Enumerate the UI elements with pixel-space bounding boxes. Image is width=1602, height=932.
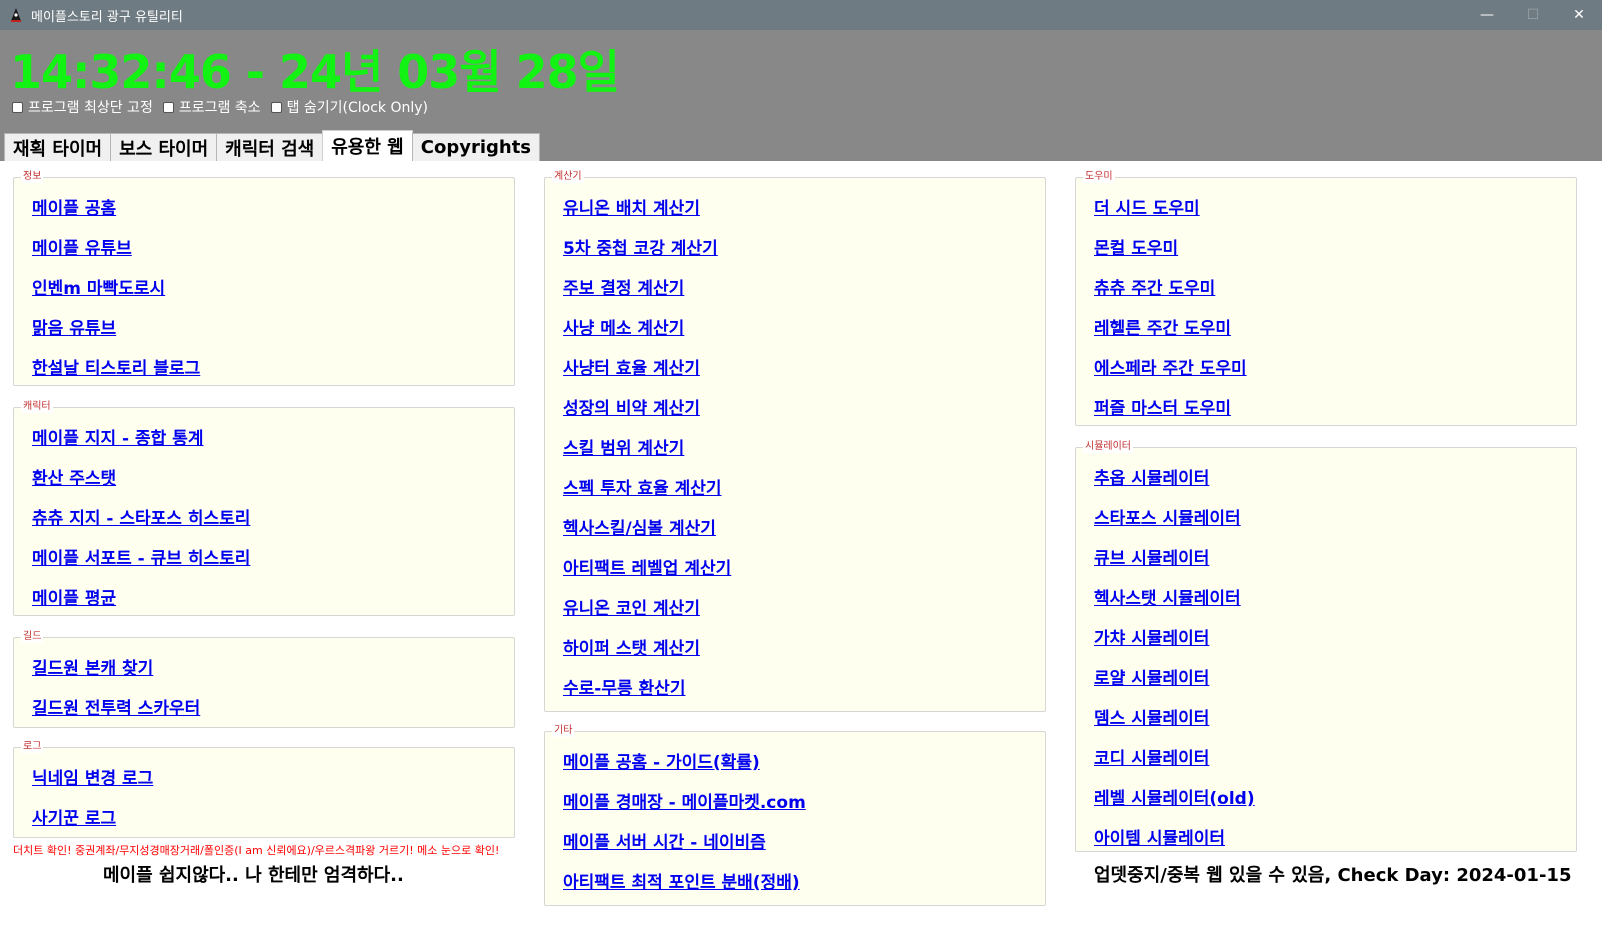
maximize-button[interactable]: ☐ bbox=[1510, 0, 1556, 30]
useful-web-panel: 정보 메이플 공홈 메이플 유튜브 인벤m 마빡도로시 맑음 유튜브 한설날 티… bbox=[0, 161, 1602, 932]
link-simulator[interactable]: 스타포스 시뮬레이터 bbox=[1094, 504, 1241, 529]
link-simulator[interactable]: 큐브 시뮬레이터 bbox=[1094, 544, 1209, 569]
tab-character-search[interactable]: 캐릭터 검색 bbox=[216, 133, 324, 161]
shrink-checkbox[interactable] bbox=[162, 101, 174, 113]
group-simulator-title: 시뮬레이터 bbox=[1083, 441, 1133, 453]
link-info[interactable]: 한설날 티스토리 블로그 bbox=[32, 354, 200, 379]
link-character[interactable]: 환산 주스탯 bbox=[32, 464, 116, 489]
link-calculator[interactable]: 수로-무릉 환산기 bbox=[563, 674, 685, 699]
link-info[interactable]: 메이플 유튜브 bbox=[32, 234, 132, 259]
tab-bar: 재획 타이머 보스 타이머 캐릭터 검색 유용한 웹 Copyrights bbox=[4, 130, 541, 161]
shrink-option[interactable]: 프로그램 축소 bbox=[162, 97, 261, 117]
link-log[interactable]: 닉네임 변경 로그 bbox=[32, 764, 153, 789]
link-character[interactable]: 메이플 평균 bbox=[32, 584, 116, 609]
hide-tabs-checkbox[interactable] bbox=[270, 101, 282, 113]
tab-useful-web[interactable]: 유용한 웹 bbox=[322, 130, 413, 161]
link-simulator[interactable]: 가챠 시뮬레이터 bbox=[1094, 624, 1209, 649]
group-log: 로그 닉네임 변경 로그 사기꾼 로그 bbox=[13, 741, 515, 838]
group-info-title: 정보 bbox=[21, 171, 44, 183]
link-guild[interactable]: 길드원 본캐 찾기 bbox=[32, 654, 153, 679]
link-guild[interactable]: 길드원 전투력 스카우터 bbox=[32, 694, 200, 719]
group-guild-title: 길드 bbox=[21, 631, 44, 643]
group-calculator: 계산기 유니온 배치 계산기 5차 중첩 코강 계산기 주보 결정 계산기 사냥… bbox=[544, 171, 1046, 712]
window-controls: — ☐ ✕ bbox=[1464, 0, 1602, 30]
group-character-title: 캐릭터 bbox=[21, 401, 53, 413]
group-character: 캐릭터 메이플 지지 - 종합 통계 환산 주스탯 츄츄 지지 - 스타포스 히… bbox=[13, 401, 515, 616]
link-simulator[interactable]: 코디 시뮬레이터 bbox=[1094, 744, 1209, 769]
options-row: 프로그램 최상단 고정 프로그램 축소 탭 숨기기(Clock Only) bbox=[12, 97, 438, 117]
motto-text: 메이플 쉽지않다.. 나 한테만 엄격하다.. bbox=[103, 865, 404, 886]
group-etc: 기타 메이플 공홈 - 가이드(확률) 메이플 경매장 - 메이플마켓.com … bbox=[544, 725, 1046, 906]
tab-grind-timer[interactable]: 재획 타이머 bbox=[4, 133, 112, 161]
link-calculator[interactable]: 5차 중첩 코강 계산기 bbox=[563, 234, 718, 259]
link-calculator[interactable]: 사냥 메소 계산기 bbox=[563, 314, 684, 339]
link-calculator[interactable]: 하이퍼 스탯 계산기 bbox=[563, 634, 700, 659]
app-logo-icon bbox=[9, 7, 23, 23]
link-simulator[interactable]: 아이템 시뮬레이터 bbox=[1094, 824, 1225, 849]
minimize-button[interactable]: — bbox=[1464, 0, 1510, 30]
link-helper[interactable]: 레헬른 주간 도우미 bbox=[1094, 314, 1231, 339]
group-calculator-title: 계산기 bbox=[552, 171, 584, 183]
link-etc[interactable]: 아티팩트 최적 포인트 분배(정배) bbox=[563, 868, 800, 893]
link-helper[interactable]: 몬컬 도우미 bbox=[1094, 234, 1178, 259]
close-button[interactable]: ✕ bbox=[1556, 0, 1602, 30]
link-etc[interactable]: 메이플 경매장 - 메이플마켓.com bbox=[563, 788, 806, 813]
link-calculator[interactable]: 성장의 비약 계산기 bbox=[563, 394, 700, 419]
link-calculator[interactable]: 헥사스킬/심볼 계산기 bbox=[563, 514, 716, 539]
link-info[interactable]: 맑음 유튜브 bbox=[32, 314, 116, 339]
title-bar[interactable]: 메이플스토리 광구 유틸리티 — ☐ ✕ bbox=[0, 0, 1602, 30]
update-notice: 업뎃중지/중복 웹 있을 수 있음, Check Day: 2024-01-15 bbox=[1094, 865, 1572, 886]
link-calculator[interactable]: 유니온 코인 계산기 bbox=[563, 594, 700, 619]
link-helper[interactable]: 에스페라 주간 도우미 bbox=[1094, 354, 1247, 379]
link-helper[interactable]: 더 시드 도우미 bbox=[1094, 194, 1200, 219]
link-simulator[interactable]: 레벨 시뮬레이터(old) bbox=[1094, 784, 1255, 809]
link-calculator[interactable]: 스펙 투자 효율 계산기 bbox=[563, 474, 722, 499]
link-info[interactable]: 메이플 공홈 bbox=[32, 194, 116, 219]
tab-boss-timer[interactable]: 보스 타이머 bbox=[110, 133, 218, 161]
group-helper-title: 도우미 bbox=[1083, 171, 1115, 183]
clock-display: 14:32:46 - 24년 03월 28일 bbox=[10, 45, 620, 99]
link-simulator[interactable]: 헥사스탯 시뮬레이터 bbox=[1094, 584, 1241, 609]
window-title: 메이플스토리 광구 유틸리티 bbox=[31, 9, 183, 25]
link-simulator[interactable]: 뎀스 시뮬레이터 bbox=[1094, 704, 1209, 729]
group-simulator: 시뮬레이터 추옵 시뮬레이터 스타포스 시뮬레이터 큐브 시뮬레이터 헥사스탯 … bbox=[1075, 441, 1577, 852]
tab-copyrights[interactable]: Copyrights bbox=[411, 133, 541, 161]
link-calculator[interactable]: 아티팩트 레벨업 계산기 bbox=[563, 554, 731, 579]
link-info[interactable]: 인벤m 마빡도로시 bbox=[32, 274, 165, 299]
pin-top-checkbox[interactable] bbox=[12, 101, 23, 113]
group-info: 정보 메이플 공홈 메이플 유튜브 인벤m 마빡도로시 맑음 유튜브 한설날 티… bbox=[13, 171, 515, 386]
link-calculator[interactable]: 주보 결정 계산기 bbox=[563, 274, 684, 299]
link-character[interactable]: 메이플 지지 - 종합 통계 bbox=[32, 424, 204, 449]
link-calculator[interactable]: 유니온 배치 계산기 bbox=[563, 194, 700, 219]
warning-text: 더치트 확인! 중권계좌/무지성경매장거래/폴인증(I am 신뢰에요)/우르스… bbox=[13, 844, 500, 857]
link-log[interactable]: 사기꾼 로그 bbox=[32, 804, 116, 829]
link-character[interactable]: 메이플 서포트 - 큐브 히스토리 bbox=[32, 544, 250, 569]
link-simulator[interactable]: 추옵 시뮬레이터 bbox=[1094, 464, 1209, 489]
link-calculator[interactable]: 사냥터 효율 계산기 bbox=[563, 354, 700, 379]
group-helper: 도우미 더 시드 도우미 몬컬 도우미 츄츄 주간 도우미 레헬른 주간 도우미… bbox=[1075, 171, 1577, 426]
link-simulator[interactable]: 로얄 시뮬레이터 bbox=[1094, 664, 1209, 689]
hide-tabs-label: 탭 숨기기(Clock Only) bbox=[286, 100, 429, 116]
link-calculator[interactable]: 스킬 범위 계산기 bbox=[563, 434, 684, 459]
link-helper[interactable]: 퍼즐 마스터 도우미 bbox=[1094, 394, 1231, 419]
link-etc[interactable]: 메이플 공홈 - 가이드(확률) bbox=[563, 748, 760, 773]
link-character[interactable]: 츄츄 지지 - 스타포스 히스토리 bbox=[32, 504, 250, 529]
link-etc[interactable]: 메이플 서버 시간 - 네이비즘 bbox=[563, 828, 766, 853]
hide-tabs-option[interactable]: 탭 숨기기(Clock Only) bbox=[270, 97, 429, 117]
group-log-title: 로그 bbox=[21, 741, 44, 753]
pin-top-label: 프로그램 최상단 고정 bbox=[28, 100, 153, 116]
group-etc-title: 기타 bbox=[552, 725, 575, 737]
pin-top-option[interactable]: 프로그램 최상단 고정 bbox=[12, 97, 153, 117]
shrink-label: 프로그램 축소 bbox=[178, 100, 261, 116]
group-guild: 길드 길드원 본캐 찾기 길드원 전투력 스카우터 bbox=[13, 631, 515, 728]
link-helper[interactable]: 츄츄 주간 도우미 bbox=[1094, 274, 1215, 299]
